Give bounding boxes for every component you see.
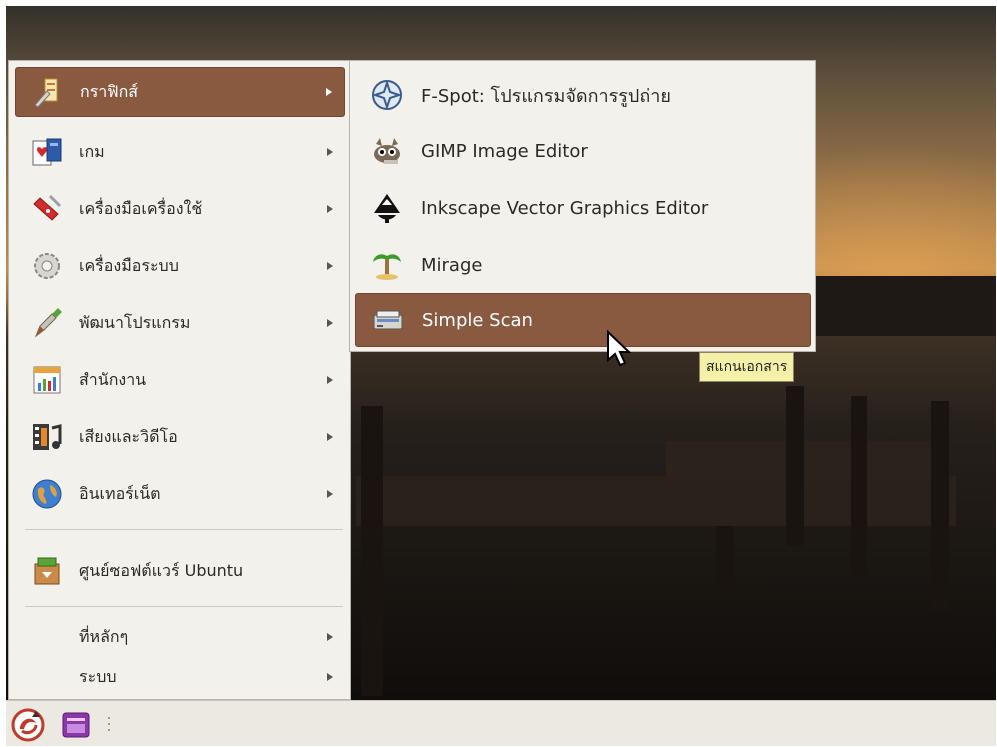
submenu-item-simple-scan[interactable]: Simple Scan	[355, 293, 811, 347]
submenu-arrow-icon	[327, 205, 333, 213]
inkscape-icon	[367, 188, 407, 228]
submenu-item-gimp[interactable]: GIMP Image Editor	[355, 124, 811, 178]
applications-menu: กราฟิกส์ เกม เครื่องมือเครื่องใช้ เครื่อ…	[8, 60, 351, 700]
menu-item-label: สำนักงาน	[79, 369, 147, 389]
menu-item-label: ระบบ	[79, 666, 117, 686]
submenu-item-label: F-Spot: โปรแกรมจัดการรูปถ่าย	[421, 85, 671, 107]
menu-item-programming[interactable]: พัฒนาโปรแกรม	[15, 298, 345, 348]
submenu-arrow-icon	[327, 633, 333, 641]
submenu-arrow-icon	[327, 262, 333, 270]
main-menu-launcher-icon[interactable]	[10, 707, 46, 743]
panel-handle-icon[interactable]	[106, 713, 112, 737]
submenu-item-mirage[interactable]: Mirage	[355, 238, 811, 292]
places-icon-spacer	[27, 617, 67, 657]
system-icon-spacer	[27, 657, 67, 697]
menu-item-label: ศูนย์ซอฟต์แวร์ Ubuntu	[79, 560, 244, 580]
menu-item-system[interactable]: ระบบ	[15, 659, 345, 695]
bottom-panel	[6, 700, 996, 746]
menu-item-system-tools[interactable]: เครื่องมือระบบ	[15, 241, 345, 291]
menu-item-label: กราฟิกส์	[80, 81, 139, 101]
menu-item-internet[interactable]: อินเทอร์เน็ต	[15, 469, 345, 519]
software-center-icon	[27, 551, 67, 591]
pier-post	[931, 401, 949, 611]
menu-item-software-center[interactable]: ศูนย์ซอฟต์แวร์ Ubuntu	[15, 546, 345, 596]
internet-icon	[27, 474, 67, 514]
submenu-item-label: Simple Scan	[422, 309, 533, 331]
menu-item-label: พัฒนาโปรแกรม	[79, 312, 191, 332]
system-tools-icon	[27, 246, 67, 286]
menu-item-label: อินเทอร์เน็ต	[79, 483, 161, 503]
pier-post	[851, 396, 867, 576]
f-spot-icon	[367, 75, 407, 115]
submenu-item-inkscape[interactable]: Inkscape Vector Graphics Editor	[355, 181, 811, 235]
menu-item-graphics[interactable]: กราฟิกส์	[15, 67, 345, 117]
pier-post	[666, 441, 946, 481]
scanner-icon	[368, 300, 408, 340]
games-icon	[27, 132, 67, 172]
tooltip: สแกนเอกสาร	[699, 352, 795, 382]
pier-post	[361, 406, 383, 696]
mirage-icon	[367, 245, 407, 285]
menu-item-places[interactable]: ที่หลักๆ	[15, 619, 345, 655]
menu-item-office[interactable]: สำนักงาน	[15, 355, 345, 405]
menu-item-label: ที่หลักๆ	[79, 626, 129, 646]
menu-item-games[interactable]: เกม	[15, 127, 345, 177]
menu-item-label: เสียงและวิดีโอ	[79, 426, 178, 446]
menu-item-sound-video[interactable]: เสียงและวิดีโอ	[15, 412, 345, 462]
menu-item-label: เกม	[79, 141, 105, 161]
submenu-item-label: GIMP Image Editor	[421, 140, 588, 162]
submenu-arrow-icon	[327, 376, 333, 384]
office-icon	[27, 360, 67, 400]
submenu-item-label: Inkscape Vector Graphics Editor	[421, 197, 709, 219]
submenu-arrow-icon	[327, 148, 333, 156]
submenu-arrow-icon	[326, 88, 332, 96]
menu-item-label: เครื่องมือเครื่องใช้	[79, 198, 203, 218]
screen: กราฟิกส์ เกม เครื่องมือเครื่องใช้ เครื่อ…	[0, 0, 997, 747]
submenu-item-label: Mirage	[421, 254, 483, 276]
show-desktop-button[interactable]	[60, 710, 92, 740]
submenu-arrow-icon	[327, 433, 333, 441]
sound-video-icon	[27, 417, 67, 457]
pier-post	[716, 526, 734, 596]
menu-item-label: เครื่องมือระบบ	[79, 255, 179, 275]
submenu-item-f-spot[interactable]: F-Spot: โปรแกรมจัดการรูปถ่าย	[355, 68, 811, 122]
submenu-arrow-icon	[327, 319, 333, 327]
graphics-submenu: F-Spot: โปรแกรมจัดการรูปถ่าย GIMP Image …	[349, 60, 816, 352]
pier-post	[786, 386, 804, 546]
distant-shore	[786, 276, 996, 336]
programming-icon	[27, 303, 67, 343]
graphics-icon	[28, 72, 68, 112]
menu-separator	[25, 606, 343, 607]
accessories-icon	[27, 189, 67, 229]
submenu-arrow-icon	[327, 673, 333, 681]
mouse-cursor-icon	[606, 329, 632, 372]
gimp-icon	[367, 131, 407, 171]
submenu-arrow-icon	[327, 490, 333, 498]
menu-item-accessories[interactable]: เครื่องมือเครื่องใช้	[15, 184, 345, 234]
menu-separator	[25, 529, 343, 530]
